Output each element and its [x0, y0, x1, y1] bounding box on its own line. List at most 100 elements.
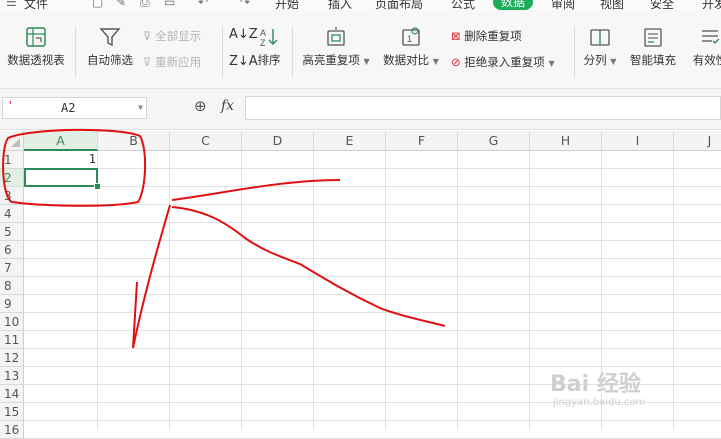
tab-insert[interactable]: 插入: [328, 0, 352, 10]
row-header-16[interactable]: 16: [0, 421, 24, 439]
tab-developer[interactable]: 开发: [702, 0, 721, 10]
menu-bar: ☰ 文件 ▢ ✎ ⎙ ▭ ↶ ↷ 开始 插入 页面布局 公式 数据 审阅 视图 …: [0, 0, 721, 10]
selected-cell-a2[interactable]: [24, 168, 98, 187]
split-column-button[interactable]: 分列 ▼: [580, 26, 620, 68]
tab-page-layout[interactable]: 页面布局: [375, 0, 423, 10]
sort-button[interactable]: A Z 排序: [254, 26, 284, 68]
svg-text:Z: Z: [260, 38, 266, 48]
reject-duplicates-label: 拒绝录入重复项: [464, 55, 545, 69]
redo-icon[interactable]: ↷: [240, 0, 250, 9]
column-header-h[interactable]: H: [530, 131, 602, 151]
hamburger-icon[interactable]: ☰: [6, 0, 17, 9]
select-all-corner[interactable]: [0, 131, 24, 151]
column-header-f[interactable]: F: [386, 131, 458, 151]
smart-fill-button[interactable]: 智能填充: [627, 26, 679, 68]
row-header-6[interactable]: 6: [0, 241, 24, 259]
funnel-clear-icon: ⊽: [143, 29, 152, 43]
tab-review[interactable]: 审阅: [551, 0, 575, 10]
grid-hline: [24, 276, 721, 277]
data-compare-label: 数据对比: [383, 53, 430, 67]
format-painter-icon[interactable]: ✎: [116, 0, 126, 9]
column-header-c[interactable]: C: [170, 131, 242, 151]
column-header-a[interactable]: A: [24, 131, 98, 151]
smart-fill-icon: [644, 28, 662, 47]
chevron-down-icon[interactable]: ▼: [138, 103, 143, 112]
column-header-j[interactable]: J: [674, 131, 721, 151]
highlight-duplicates-icon: [327, 27, 345, 46]
menu-file[interactable]: 文件: [24, 0, 48, 10]
ribbon-separator: [75, 26, 76, 78]
smart-fill-label: 智能填充: [630, 53, 676, 67]
grid-hline: [24, 222, 721, 223]
row-header-9[interactable]: 9: [0, 295, 24, 313]
show-all-button[interactable]: ⊽ 全部显示: [143, 28, 201, 44]
row-header-11[interactable]: 11: [0, 331, 24, 349]
cell-a1[interactable]: 1: [25, 152, 96, 169]
column-header-g[interactable]: G: [458, 131, 530, 151]
new-doc-icon[interactable]: ▢: [92, 0, 103, 9]
grid-hline: [24, 186, 721, 187]
grid-vline: [241, 151, 242, 430]
row-header-7[interactable]: 7: [0, 259, 24, 277]
undo-icon[interactable]: ↶: [198, 0, 208, 9]
tab-view[interactable]: 视图: [600, 0, 624, 10]
row-header-14[interactable]: 14: [0, 385, 24, 403]
fx-icon[interactable]: fx: [221, 98, 234, 114]
zoom-icon[interactable]: ⊕: [194, 97, 207, 115]
fill-handle[interactable]: [94, 183, 101, 190]
show-all-label: 全部显示: [155, 29, 202, 43]
highlight-duplicates-label: 高亮重复项: [302, 53, 360, 67]
row-header-15[interactable]: 15: [0, 403, 24, 421]
row-header-12[interactable]: 12: [0, 349, 24, 367]
column-header-d[interactable]: D: [242, 131, 314, 151]
funnel-icon: [99, 28, 121, 47]
row-header-8[interactable]: 8: [0, 277, 24, 295]
validity-icon: [702, 30, 720, 44]
reject-duplicates-icon: ⊘: [451, 55, 461, 69]
ribbon-data: 数据透视表 自动筛选 ⊽ 全部显示 ⊽ 重新应用 A↓Z Z↓A A Z 排序: [0, 10, 721, 89]
tab-data[interactable]: 数据: [493, 0, 534, 10]
name-box[interactable]: ' A2 ▼: [2, 97, 147, 119]
chevron-down-icon: ▼: [432, 57, 439, 66]
grid-hline: [24, 420, 721, 421]
preview-icon[interactable]: ▭: [164, 0, 175, 9]
tab-start[interactable]: 开始: [275, 0, 299, 10]
funnel-refresh-icon: ⊽: [143, 55, 152, 69]
remove-duplicates-button[interactable]: ⊠ 删除重复项: [451, 28, 522, 44]
row-header-10[interactable]: 10: [0, 313, 24, 331]
row-header-3[interactable]: 3: [0, 187, 24, 205]
annotation-mark: ': [7, 99, 14, 112]
ribbon-separator: [574, 26, 575, 78]
column-header-i[interactable]: I: [602, 131, 674, 151]
grid-vline: [313, 151, 314, 430]
grid-hline: [24, 294, 721, 295]
row-header-1[interactable]: 1: [0, 151, 24, 169]
row-header-5[interactable]: 5: [0, 223, 24, 241]
row-header-4[interactable]: 4: [0, 205, 24, 223]
autofilter-button[interactable]: 自动筛选: [84, 26, 136, 68]
print-icon[interactable]: ⎙: [140, 0, 150, 10]
tab-formula[interactable]: 公式: [451, 0, 475, 10]
grid-vline: [529, 151, 530, 430]
reject-duplicates-button[interactable]: ⊘ 拒绝录入重复项 ▼: [451, 54, 555, 70]
formula-input[interactable]: [245, 96, 721, 120]
reapply-label: 重新应用: [155, 55, 202, 69]
autofilter-label: 自动筛选: [87, 53, 133, 67]
data-compare-button[interactable]: 1 数据对比 ▼: [380, 26, 442, 68]
validity-label: 有效性: [692, 53, 721, 67]
validity-button[interactable]: 有效性: [684, 26, 721, 68]
chevron-down-icon: ▼: [548, 59, 555, 68]
watermark-url: jingyan.baidu.com: [553, 397, 646, 408]
tab-security[interactable]: 安全: [650, 0, 674, 10]
row-header-13[interactable]: 13: [0, 367, 24, 385]
grid-vline: [673, 151, 674, 430]
reapply-button[interactable]: ⊽ 重新应用: [143, 54, 201, 70]
ribbon-separator: [292, 26, 293, 78]
pivot-table-icon: [26, 27, 46, 47]
split-column-icon: [590, 29, 610, 46]
column-header-b[interactable]: B: [98, 131, 170, 151]
highlight-duplicates-button[interactable]: 高亮重复项 ▼: [300, 26, 372, 68]
column-header-e[interactable]: E: [314, 131, 386, 151]
pivot-table-button[interactable]: 数据透视表: [4, 26, 68, 68]
row-header-2[interactable]: 2: [0, 169, 24, 187]
